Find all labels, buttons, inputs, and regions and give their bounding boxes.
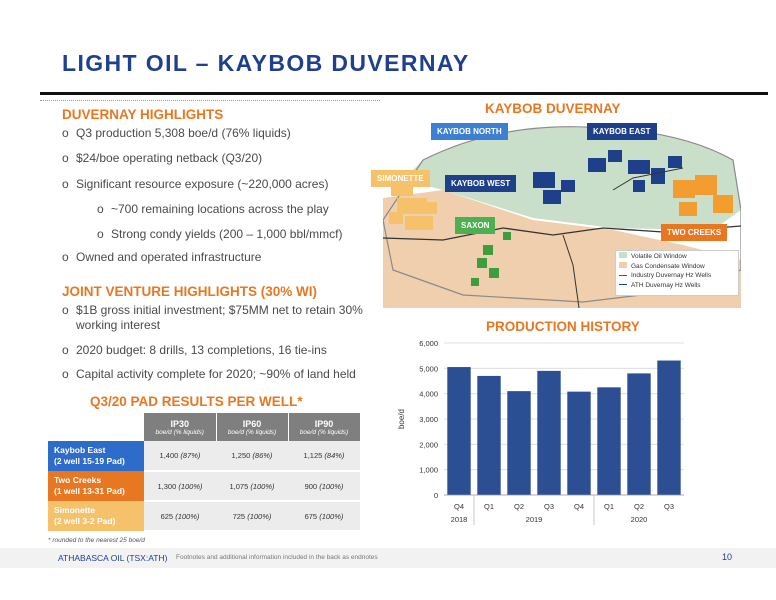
bar	[657, 360, 681, 495]
jv-bullet: o Capital activity complete for 2020; ~90…	[62, 367, 356, 381]
bar	[537, 370, 561, 495]
y-tick-label: 2,000	[419, 440, 438, 449]
table-header-ip30: IP30 boe/d (% liquids)	[144, 413, 217, 441]
table-footnote: * rounded to the nearest 25 boe/d	[48, 537, 145, 544]
x-tick-label: Q1	[604, 502, 614, 511]
y-tick-label: 3,000	[419, 415, 438, 424]
y-tick-label: 5,000	[419, 364, 438, 373]
year-label: 2020	[631, 515, 648, 524]
y-tick-label: 1,000	[419, 466, 438, 475]
map-label-kaybob-west: KAYBOB WEST	[445, 175, 517, 192]
x-tick-label: Q3	[544, 502, 554, 511]
highlight-bullet: o Owned and operated infrastructure	[62, 250, 262, 264]
y-tick-label: 0	[434, 491, 438, 500]
x-tick-label: Q4	[454, 502, 464, 511]
bar	[627, 373, 651, 495]
map-legend: Volatile Oil Window Gas Condensate Windo…	[615, 250, 739, 296]
footer-note: Footnotes and additional information inc…	[176, 554, 378, 561]
table-cell: 900 (100%)	[288, 471, 360, 502]
x-tick-label: Q4	[574, 502, 584, 511]
x-tick-label: Q1	[484, 502, 494, 511]
map-heading: KAYBOB DUVERNAY	[485, 101, 621, 116]
map-label-kaybob-north: KAYBOB NORTH	[431, 123, 508, 140]
table-cell: 1,125 (84%)	[288, 441, 360, 472]
jv-bullet-continuation: working interest	[76, 318, 161, 332]
chart-canvas: 0 1,000 2,000 3,000 4,000 5,000 6,000 boe/d Q4 Q1…	[397, 339, 684, 525]
bar	[507, 391, 531, 495]
table-cell: 1,250 (86%)	[216, 441, 288, 472]
highlight-bullet: o Q3 production 5,308 boe/d (76% liquids)	[62, 126, 291, 140]
page-title: LIGHT OIL – KAYBOB DUVERNAY	[62, 50, 470, 76]
jv-bullet: o 2020 budget: 8 drills, 13 completions, …	[62, 343, 327, 357]
table-cell: 625 (100%)	[144, 501, 216, 532]
duvernay-highlights-heading: DUVERNAY HIGHLIGHTS	[62, 107, 224, 122]
highlight-sub-bullet: o Strong condy yields (200 – 1,000 bbl/mm…	[97, 227, 343, 241]
section-divider	[40, 100, 380, 101]
y-tick-label: 4,000	[419, 390, 438, 399]
map-label-two-creeks: TWO CREEKS	[661, 224, 728, 241]
map-label-kaybob-east: KAYBOB EAST	[587, 123, 657, 140]
table-row: Simonette (2 well 3-2 Pad) 625 (100%) 725…	[48, 501, 360, 532]
pad-results-heading: Q3/20 PAD RESULTS PER WELL*	[90, 394, 303, 409]
table-row: Kaybob East (2 well 15-19 Pad) 1,400 (87%…	[48, 441, 360, 472]
bar	[447, 367, 471, 495]
row-label-kaybob-east: Kaybob East (2 well 15-19 Pad)	[48, 441, 144, 471]
chart-title: PRODUCTION HISTORY	[486, 319, 640, 334]
pad-results-table: IP30 boe/d (% liquids) IP60 boe/d (% liqui…	[48, 413, 361, 532]
x-tick-label: Q3	[664, 502, 674, 511]
year-label: 2018	[451, 515, 468, 524]
kaybob-map: KAYBOB NORTH KAYBOB EAST SIMONETTE KAYBO…	[371, 120, 742, 309]
row-label-simonette: Simonette (2 well 3-2 Pad)	[48, 501, 144, 531]
footer-company: ATHABASCA OIL (TSX:ATH)	[58, 553, 168, 563]
x-tick-label: Q2	[634, 502, 644, 511]
table-cell: 725 (100%)	[216, 501, 288, 532]
jv-highlights-heading: JOINT VENTURE HIGHLIGHTS (30% WI)	[62, 284, 318, 299]
jv-bullet: o $1B gross initial investment; $75MM net…	[62, 303, 363, 317]
x-tick-label: Q2	[514, 502, 524, 511]
table-cell: 675 (100%)	[288, 501, 360, 532]
map-label-saxon: SAXON	[455, 217, 496, 234]
bar	[597, 387, 621, 495]
table-cell: 1,075 (100%)	[216, 471, 288, 502]
table-cell: 1,300 (100%)	[144, 471, 216, 502]
table-row: Two Creeks (1 well 13-31 Pad) 1,300 (100%…	[48, 471, 360, 502]
year-label: 2019	[526, 515, 543, 524]
highlight-bullet: o $24/boe operating netback (Q3/20)	[62, 151, 263, 165]
y-axis-label: boe/d	[397, 409, 406, 429]
bar	[567, 391, 591, 495]
row-label-two-creeks: Two Creeks (1 well 13-31 Pad)	[48, 471, 144, 501]
map-label-simonette: SIMONETTE	[371, 170, 430, 187]
production-chart: 0 1,000 2,000 3,000 4,000 5,000 6,000 boe/d Q4 Q1…	[392, 335, 692, 535]
highlight-sub-bullet: o ~700 remaining locations across the pla…	[97, 202, 329, 216]
highlight-bullet: o Significant resource exposure (~220,000…	[62, 177, 329, 191]
table-header-ip60: IP60 boe/d (% liquids)	[216, 413, 289, 441]
title-divider	[40, 92, 768, 95]
bar	[477, 375, 501, 495]
y-tick-label: 6,000	[419, 339, 438, 348]
page-number: 10	[722, 552, 733, 562]
table-header-ip90: IP90 boe/d (% liquids)	[288, 413, 361, 441]
table-cell: 1,400 (87%)	[144, 441, 216, 472]
